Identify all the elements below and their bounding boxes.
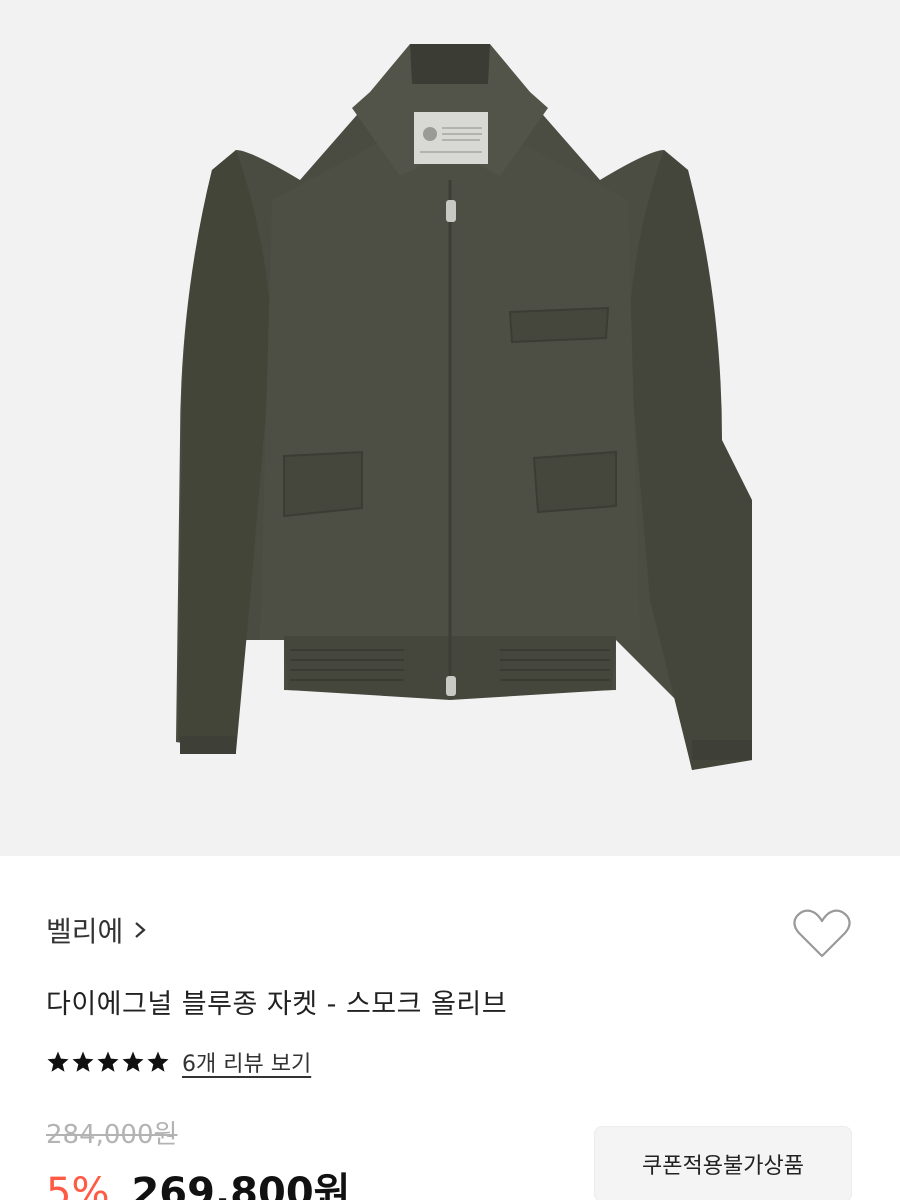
star-icon — [72, 1051, 94, 1072]
review-link[interactable]: 6개 리뷰 보기 — [182, 1046, 311, 1078]
price-row: 5% 269,800원 — [46, 1160, 350, 1200]
coupon-unavailable-button[interactable]: 쿠폰적용불가상품 — [594, 1126, 852, 1200]
sale-price: 269,800원 — [131, 1170, 351, 1200]
star-icon — [147, 1051, 169, 1072]
chevron-right-icon — [135, 922, 146, 938]
rating-stars — [46, 1050, 170, 1074]
brand-link[interactable]: 벨리에 — [46, 910, 147, 950]
discount-rate: 5% — [46, 1170, 110, 1200]
product-detail-page: 벨리에 다이에그널 블루종 자켓 - 스모크 올리브 6개 리뷰 보기 284,… — [0, 0, 900, 1200]
product-image[interactable] — [0, 0, 900, 856]
star-icon — [47, 1051, 69, 1072]
heart-outline-icon — [793, 909, 851, 958]
star-icon — [97, 1051, 119, 1072]
wishlist-button[interactable] — [792, 906, 852, 962]
original-price: 284,000원 — [46, 1120, 178, 1150]
product-info: 벨리에 다이에그널 블루종 자켓 - 스모크 올리브 6개 리뷰 보기 284,… — [0, 856, 900, 1200]
rating-row: 6개 리뷰 보기 — [46, 1046, 311, 1078]
product-name: 다이에그널 블루종 자켓 - 스모크 올리브 — [46, 989, 508, 1020]
star-icon — [122, 1051, 144, 1072]
brand-name[interactable]: 벨리에 — [46, 910, 123, 950]
jacket-illustration — [0, 0, 900, 856]
